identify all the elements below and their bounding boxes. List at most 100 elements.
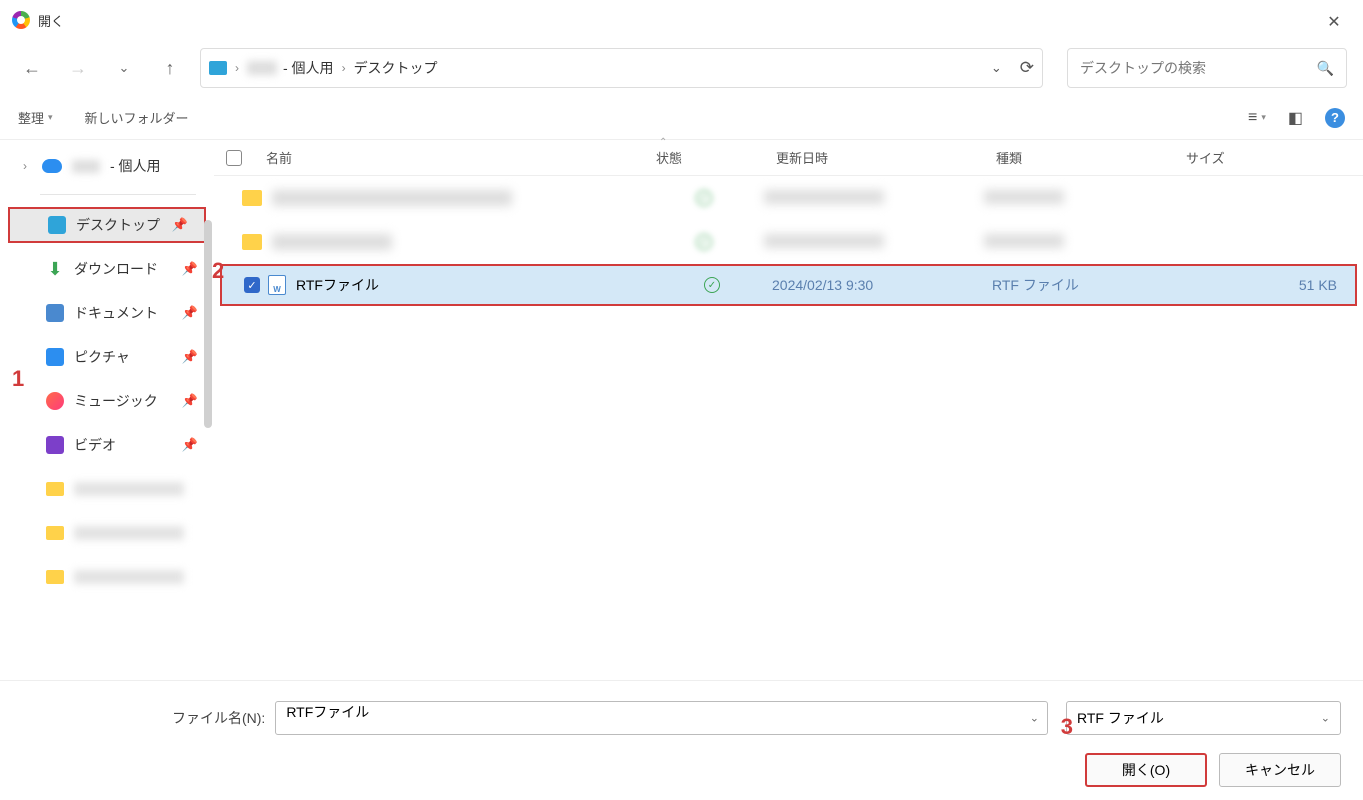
sidebar-item-desktop[interactable]: デスクトップ 📌 xyxy=(8,207,206,243)
sidebar-item-masked[interactable] xyxy=(46,471,214,507)
filter-value: RTF ファイル xyxy=(1077,708,1164,728)
breadcrumb-personal[interactable]: - 個人用 xyxy=(283,58,334,78)
masked-label xyxy=(74,482,184,496)
new-folder-button[interactable]: 新しいフォルダー xyxy=(85,108,189,127)
list-view-icon: ≡ xyxy=(1248,109,1257,127)
sync-ok-icon: ✓ xyxy=(704,277,720,293)
filename-value: RTFファイル xyxy=(286,704,369,720)
pin-icon[interactable]: 📌 xyxy=(182,305,198,321)
filename-input[interactable]: RTFファイル ⌄ xyxy=(275,701,1048,735)
sidebar-item-video[interactable]: ビデオ 📌 xyxy=(0,427,214,463)
pin-icon[interactable]: 📌 xyxy=(172,217,188,233)
file-list-header: ⌃ 名前 状態 更新日時 種類 サイズ xyxy=(214,140,1363,176)
search-input[interactable] xyxy=(1080,60,1317,76)
file-row-blurred[interactable]: ✓ xyxy=(214,220,1363,264)
location-icon xyxy=(209,61,227,75)
recent-dropdown-icon[interactable]: ⌄ xyxy=(108,52,140,84)
close-icon[interactable]: ✕ xyxy=(1313,8,1355,36)
rtf-file-icon xyxy=(268,275,286,295)
sidebar-item-documents[interactable]: ドキュメント 📌 xyxy=(0,295,214,331)
column-header-type[interactable]: 種類 xyxy=(984,148,1174,167)
masked-text xyxy=(764,234,884,248)
chevron-down-icon[interactable]: ⌄ xyxy=(1321,712,1330,725)
window-title: 開く xyxy=(38,11,64,30)
sidebar-item-music[interactable]: ミュージック 📌 xyxy=(0,383,214,419)
caret-down-icon: ▾ xyxy=(48,112,53,123)
file-type-filter[interactable]: RTF ファイル ⌄ xyxy=(1066,701,1341,735)
preview-pane-icon[interactable]: ◧ xyxy=(1288,108,1303,128)
cancel-button[interactable]: キャンセル xyxy=(1219,753,1341,787)
up-icon[interactable]: ↑ xyxy=(154,52,186,84)
column-header-date[interactable]: 更新日時 xyxy=(764,148,984,167)
document-icon xyxy=(46,304,64,322)
column-header-name[interactable]: 名前 xyxy=(254,148,644,167)
sidebar-item-label: ミュージック xyxy=(74,391,158,411)
sidebar-personal-suffix: - 個人用 xyxy=(110,156,161,176)
caret-down-icon: ▾ xyxy=(1261,112,1266,123)
picture-icon xyxy=(46,348,64,366)
video-icon xyxy=(46,436,64,454)
select-all-checkbox[interactable] xyxy=(226,150,242,166)
folder-icon xyxy=(46,526,64,540)
folder-icon xyxy=(46,482,64,496)
content-body: › - 個人用 1 デスクトップ 📌 ⬇ ダウンロード 📌 ドキュメント 📌 ピ… xyxy=(0,140,1363,664)
desktop-icon xyxy=(48,216,66,234)
refresh-icon[interactable]: ⟳ xyxy=(1020,58,1034,78)
breadcrumb-masked xyxy=(247,61,277,75)
sidebar-scrollbar[interactable] xyxy=(204,220,212,428)
masked-text xyxy=(984,190,1064,204)
file-size: 51 KB xyxy=(1182,277,1355,293)
sidebar-item-onedrive[interactable]: › - 個人用 xyxy=(0,148,214,184)
address-dropdown-icon[interactable]: ⌄ xyxy=(991,60,1002,76)
folder-icon xyxy=(242,190,262,206)
masked-text xyxy=(764,190,884,204)
open-button[interactable]: 開く(O) xyxy=(1085,753,1207,787)
pin-icon[interactable]: 📌 xyxy=(182,437,198,453)
file-type: RTF ファイル xyxy=(992,275,1182,295)
cloud-icon xyxy=(42,159,62,173)
pin-icon[interactable]: 📌 xyxy=(182,393,198,409)
sidebar: › - 個人用 1 デスクトップ 📌 ⬇ ダウンロード 📌 ドキュメント 📌 ピ… xyxy=(0,140,214,664)
sidebar-item-masked[interactable] xyxy=(46,559,214,595)
filename-label: ファイル名(N): xyxy=(172,708,265,728)
file-pane: ⌃ 名前 状態 更新日時 種類 サイズ ✓ ✓ 2 ✓ xyxy=(214,140,1363,664)
back-icon[interactable]: ← xyxy=(16,52,48,84)
help-icon[interactable]: ? xyxy=(1325,108,1345,128)
column-header-status[interactable]: 状態 xyxy=(644,148,764,167)
sync-ok-icon: ✓ xyxy=(696,234,712,250)
music-icon xyxy=(46,392,64,410)
sort-caret-icon: ⌃ xyxy=(659,137,667,148)
search-icon[interactable]: 🔍 xyxy=(1317,60,1334,77)
file-row-blurred[interactable]: ✓ xyxy=(214,176,1363,220)
forward-icon[interactable]: → xyxy=(62,52,94,84)
search-box[interactable]: 🔍 xyxy=(1067,48,1347,88)
masked-label xyxy=(74,570,184,584)
folder-icon xyxy=(46,570,64,584)
row-checkbox[interactable]: ✓ xyxy=(244,277,260,293)
sidebar-item-masked[interactable] xyxy=(46,515,214,551)
callout-3: 3 xyxy=(1061,714,1073,740)
chevron-right-icon: › xyxy=(340,61,348,75)
pin-icon[interactable]: 📌 xyxy=(182,349,198,365)
sidebar-item-label: ビデオ xyxy=(74,435,116,455)
file-name: RTFファイル xyxy=(296,275,379,295)
chevron-down-icon[interactable]: ⌄ xyxy=(1030,712,1039,725)
file-date: 2024/02/13 9:30 xyxy=(772,277,992,293)
sidebar-item-downloads[interactable]: ⬇ ダウンロード 📌 xyxy=(0,251,214,287)
view-mode-button[interactable]: ≡▾ xyxy=(1248,109,1266,127)
sidebar-masked-label xyxy=(72,160,100,173)
app-icon xyxy=(12,11,30,29)
organize-label: 整理 xyxy=(18,108,44,127)
column-header-size[interactable]: サイズ xyxy=(1174,148,1363,167)
pin-icon[interactable]: 📌 xyxy=(182,261,198,277)
nav-bar: ← → ⌄ ↑ › - 個人用 › デスクトップ ⌄ ⟳ 🔍 xyxy=(0,40,1363,96)
organize-button[interactable]: 整理 ▾ xyxy=(18,108,53,127)
sidebar-item-pictures[interactable]: ピクチャ 📌 xyxy=(0,339,214,375)
chevron-right-icon[interactable]: › xyxy=(18,159,32,173)
chevron-right-icon: › xyxy=(233,61,241,75)
sidebar-item-label: ピクチャ xyxy=(74,347,130,367)
file-row-selected[interactable]: ✓ RTFファイル ✓ 2024/02/13 9:30 RTF ファイル 51 … xyxy=(220,264,1357,306)
breadcrumb-desktop[interactable]: デスクトップ xyxy=(354,58,438,78)
sidebar-item-label: ダウンロード xyxy=(74,259,158,279)
address-bar[interactable]: › - 個人用 › デスクトップ ⌄ ⟳ xyxy=(200,48,1043,88)
